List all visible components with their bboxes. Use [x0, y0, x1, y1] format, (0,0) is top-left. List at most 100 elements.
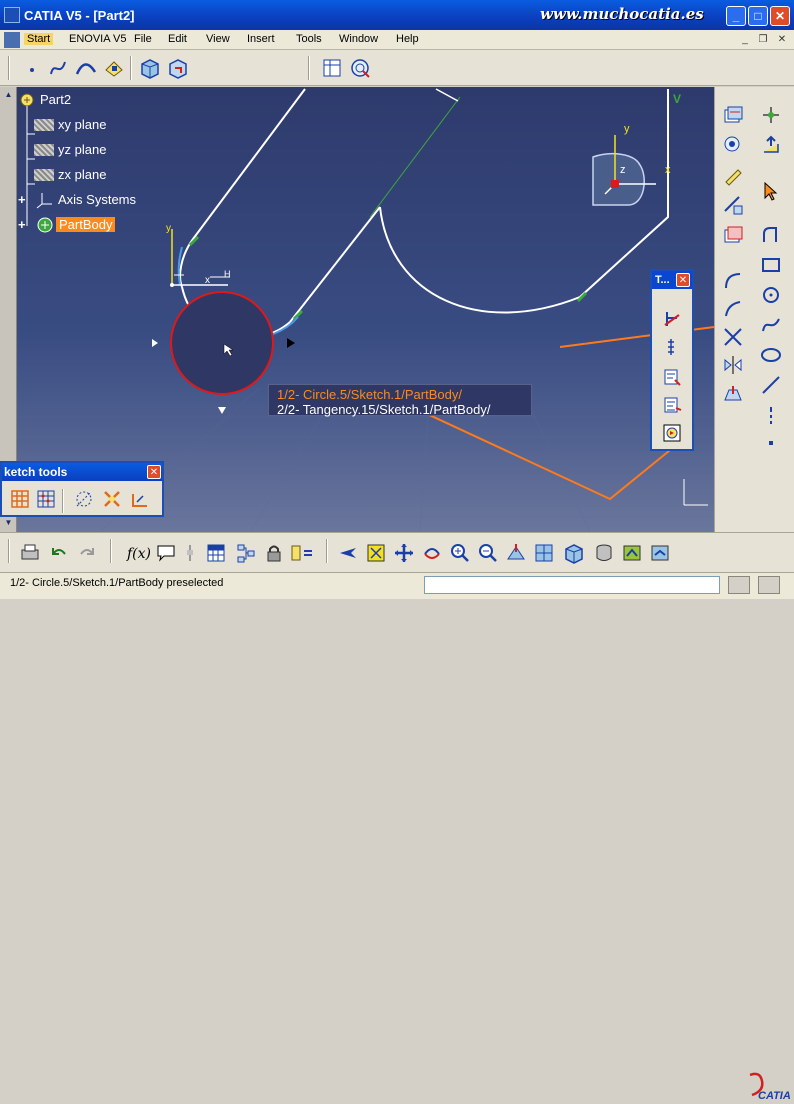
- animate-constraint-button[interactable]: [660, 421, 684, 445]
- fill-tool-button[interactable]: [102, 56, 126, 80]
- menu-enovia[interactable]: ENOVIA V5: [69, 33, 126, 45]
- mdi-minimize-button[interactable]: _: [738, 33, 752, 46]
- menu-tools[interactable]: Tools: [296, 33, 322, 45]
- 3d-projection-button[interactable]: [721, 193, 745, 217]
- compass[interactable]: y z x: [592, 123, 671, 206]
- construction-element-button[interactable]: [72, 487, 96, 511]
- menu-help[interactable]: Help: [396, 33, 419, 45]
- hide-show-button[interactable]: [620, 541, 644, 565]
- sketch-tools-close-button[interactable]: ✕: [147, 465, 161, 479]
- menu-window[interactable]: Window: [339, 33, 378, 45]
- dimensional-constraints-button[interactable]: [128, 487, 152, 511]
- snap-to-point-button[interactable]: [34, 487, 58, 511]
- point-button[interactable]: [759, 431, 783, 455]
- output-feature-button[interactable]: [721, 223, 745, 247]
- zoom-in-button[interactable]: [448, 541, 472, 565]
- axis-button[interactable]: [759, 403, 783, 427]
- sketch-origin[interactable]: [170, 283, 174, 287]
- sketch-analysis-button[interactable]: [320, 56, 344, 80]
- catalog-browser-button[interactable]: [234, 541, 258, 565]
- mirror-button[interactable]: [721, 353, 745, 377]
- undo-button[interactable]: [46, 541, 70, 565]
- menu-edit[interactable]: Edit: [168, 33, 187, 45]
- exit-sketcher-button[interactable]: [166, 56, 190, 80]
- sketch-line-top[interactable]: [435, 88, 459, 102]
- rotate-button[interactable]: [420, 541, 444, 565]
- render-style-button[interactable]: [592, 541, 616, 565]
- status-stop-button[interactable]: [758, 576, 780, 594]
- spline-button[interactable]: [759, 313, 783, 337]
- print-button[interactable]: [18, 541, 42, 565]
- fit-all-button[interactable]: [364, 541, 388, 565]
- arrow-right-icon[interactable]: [287, 338, 295, 348]
- menu-insert[interactable]: Insert: [247, 33, 275, 45]
- close-button[interactable]: ✕: [770, 6, 790, 26]
- sketch-tools-title[interactable]: ketch tools: [2, 463, 162, 481]
- constraint-button[interactable]: [660, 307, 684, 331]
- floating-toolbar[interactable]: T... ✕: [650, 269, 694, 451]
- fix-together-button[interactable]: [660, 365, 684, 389]
- menu-start[interactable]: Start: [24, 33, 54, 45]
- sketch-analysis-button[interactable]: [721, 133, 745, 157]
- tree-item-zx-plane[interactable]: zx plane: [18, 165, 138, 185]
- edit-button[interactable]: [721, 163, 745, 187]
- arrow-left-icon[interactable]: [152, 339, 158, 347]
- swap-visible-space-button[interactable]: [648, 541, 672, 565]
- construction-line[interactable]: [369, 96, 461, 218]
- create-viewport-button[interactable]: [532, 541, 556, 565]
- ellipse-button[interactable]: [759, 343, 783, 367]
- constraint-analysis-button[interactable]: [348, 56, 372, 80]
- menu-view[interactable]: View: [206, 33, 230, 45]
- arrow-down-icon[interactable]: [218, 407, 226, 414]
- status-option-button[interactable]: [728, 576, 750, 594]
- maximize-button[interactable]: □: [748, 6, 768, 26]
- iso-view-button[interactable]: [562, 541, 586, 565]
- trim-button[interactable]: [721, 325, 745, 349]
- part-design-button[interactable]: [138, 56, 162, 80]
- tree-item-partbody[interactable]: + PartBody: [18, 215, 148, 235]
- exit-sketch-button[interactable]: [759, 133, 783, 157]
- design-table-button[interactable]: [204, 541, 228, 565]
- profile-tool-button[interactable]: [759, 223, 783, 247]
- contact-constraint-button[interactable]: [660, 335, 684, 359]
- sketch-line-left[interactable]: [179, 88, 306, 288]
- conic-button[interactable]: [721, 297, 745, 321]
- pan-button[interactable]: [392, 541, 416, 565]
- select-button[interactable]: [759, 179, 783, 203]
- parameters-button[interactable]: [178, 541, 202, 565]
- normal-view-button[interactable]: [504, 541, 528, 565]
- line-button[interactable]: [759, 373, 783, 397]
- redo-button[interactable]: [76, 541, 100, 565]
- mdi-restore-button[interactable]: ❐: [756, 33, 770, 46]
- grid-toggle-button[interactable]: [8, 487, 32, 511]
- sketch-line-middle[interactable]: [289, 206, 381, 323]
- scroll-down-arrow-icon[interactable]: ▼: [2, 517, 15, 529]
- sketch-tools-toolbar[interactable]: ketch tools ✕: [0, 461, 164, 517]
- mdi-close-button[interactable]: ✕: [775, 33, 789, 46]
- catia-app-icon[interactable]: [4, 7, 20, 23]
- auto-constraint-button[interactable]: [660, 393, 684, 417]
- tree-item-xy-plane[interactable]: xy plane: [18, 115, 138, 135]
- tree-item-axis-systems[interactable]: + Axis Systems: [18, 190, 148, 210]
- formula-button[interactable]: f(x): [126, 541, 150, 565]
- profile-button[interactable]: [721, 103, 745, 127]
- menu-file[interactable]: File: [134, 33, 152, 45]
- circle-button[interactable]: [759, 283, 783, 307]
- rectangle-button[interactable]: [759, 253, 783, 277]
- tree-item-yz-plane[interactable]: yz plane: [18, 140, 138, 160]
- sketch-arc-right[interactable]: [379, 206, 581, 314]
- minimize-button[interactable]: _: [726, 6, 746, 26]
- arc-tool-button[interactable]: [74, 56, 98, 80]
- lock-button[interactable]: [262, 541, 286, 565]
- knowledge-advisor-button[interactable]: [154, 541, 178, 565]
- power-input-field[interactable]: [424, 576, 720, 594]
- spline-tool-button[interactable]: [46, 56, 70, 80]
- fly-mode-button[interactable]: [336, 541, 360, 565]
- arc-button[interactable]: [721, 269, 745, 293]
- point-tool-button[interactable]: [20, 56, 44, 80]
- measure-button[interactable]: [759, 103, 783, 127]
- document-icon[interactable]: [4, 32, 20, 48]
- equation-button[interactable]: [290, 541, 314, 565]
- circle-5[interactable]: [170, 291, 274, 395]
- geometrical-constraints-button[interactable]: [100, 487, 124, 511]
